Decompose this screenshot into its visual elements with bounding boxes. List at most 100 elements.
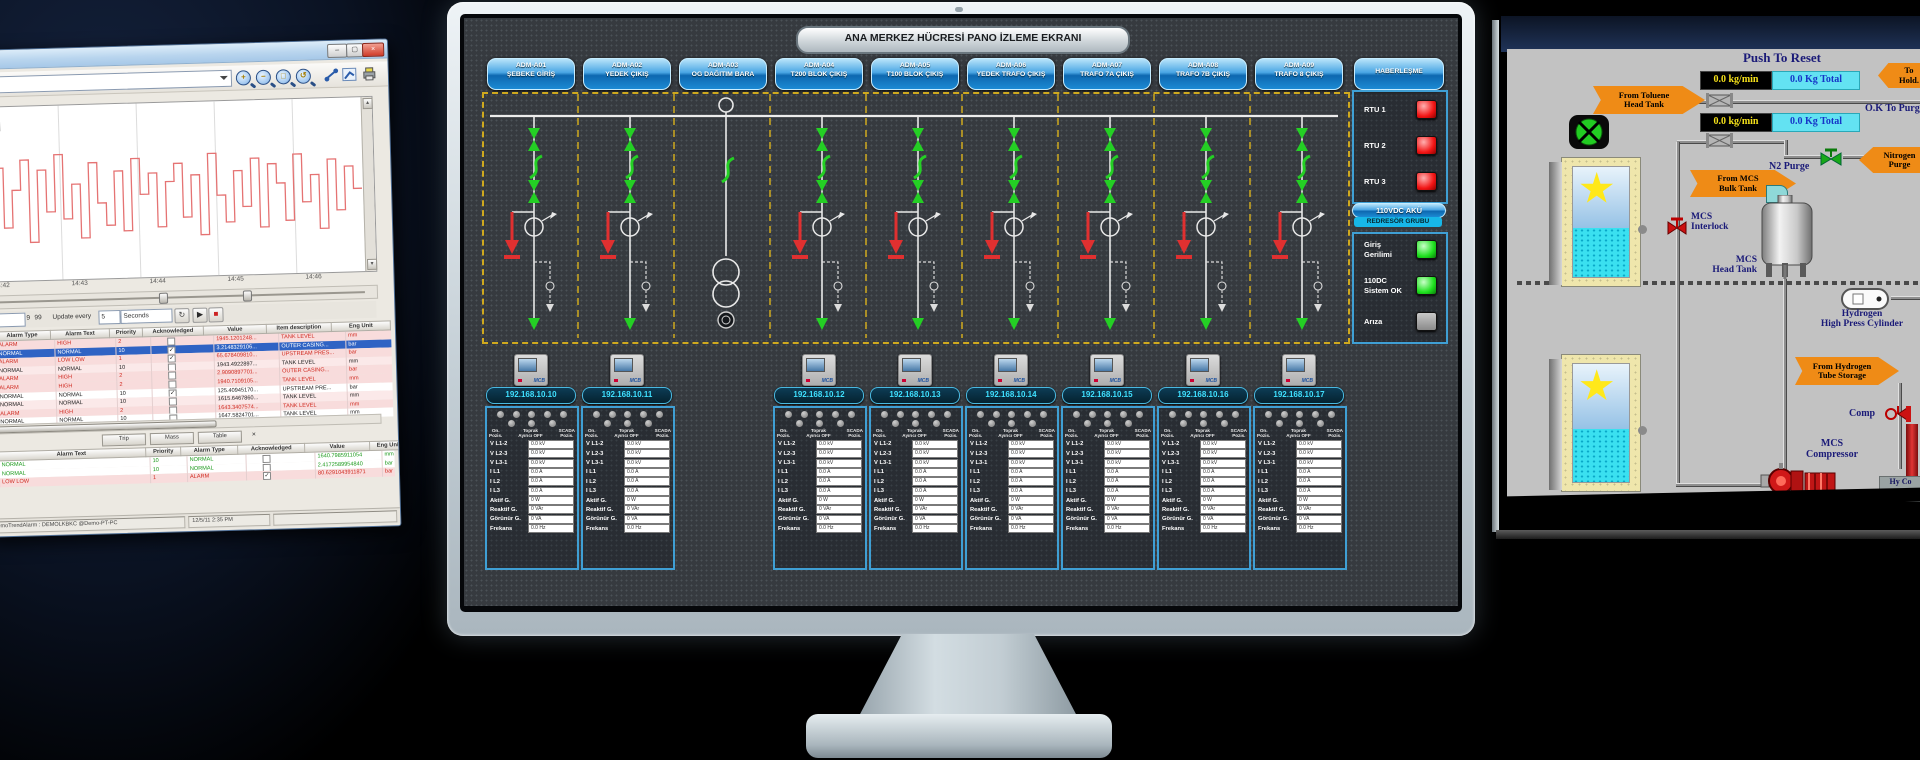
rtu-label: RTU 1 — [1364, 105, 1408, 114]
measurement-row: V L2-30.0 kV — [1255, 449, 1345, 458]
print-icon[interactable] — [362, 67, 378, 83]
measurement-value: 0.0 A — [1200, 468, 1246, 477]
measurement-row: Reaktif G.0 VAr — [1159, 505, 1249, 514]
measurement-panel-ADM-A09: On. Pozis.Toprak Ayırıcı OFFSCADA Pozis.… — [1253, 406, 1347, 570]
tab-trip[interactable]: Trip — [102, 433, 146, 446]
zoom-reset-icon[interactable]: ↺ — [296, 69, 312, 85]
ack-checkbox[interactable]: ✓ — [263, 472, 271, 480]
indicator-dots-row — [1159, 418, 1249, 427]
center-monitor: ANA MERKEZ HÜCRESİ PANO İZLEME EKRANI HA… — [447, 2, 1475, 636]
measurement-label: I L3 — [970, 488, 980, 494]
rtu-label: RTU 3 — [1364, 177, 1408, 186]
indicator-dot — [897, 411, 904, 418]
maximize-button[interactable]: ▢ — [346, 43, 363, 57]
indicator-dots-row — [1063, 408, 1153, 418]
measurement-row: V L3-10.0 kV — [871, 458, 961, 467]
indicator-dot — [1024, 411, 1031, 418]
indicator-dots-row — [1255, 408, 1345, 418]
measurement-label: Frekans — [1162, 526, 1184, 532]
interval-spinner[interactable]: 5 — [98, 310, 120, 325]
indicator-dot — [1125, 420, 1132, 427]
sld-column-ADM-A09 — [1272, 116, 1325, 330]
feeder-button-ADM-A02[interactable]: ADM-A02YEDEK ÇIKIŞ — [583, 58, 671, 90]
stop-button[interactable]: ■ — [208, 307, 223, 322]
feeder-button-ADM-A09[interactable]: ADM-A09TRAFO 8 ÇIKIŞ — [1255, 58, 1343, 90]
feeder-button-ADM-A07[interactable]: ADM-A07TRAFO 7A ÇIKIŞ — [1063, 58, 1151, 90]
measurement-row: V L3-10.0 kV — [967, 458, 1057, 467]
minimize-button[interactable]: – — [327, 44, 347, 59]
panel-caption: On. Pozis.Toprak Ayırıcı OFFSCADA Pozis. — [871, 427, 961, 440]
measurement-value: 0.0 A — [1104, 477, 1150, 486]
tab-table[interactable]: Table — [198, 431, 242, 444]
indicator-dot — [837, 420, 844, 427]
indicator-dot — [528, 420, 535, 427]
feeder-button-ADM-A05[interactable]: ADM-A05T100 BLOK ÇIKIŞ — [871, 58, 959, 90]
feeder-code: ADM-A08 — [1160, 62, 1246, 71]
n2-purge-valve[interactable] — [1819, 147, 1843, 172]
measurement-label: V L1-2 — [490, 441, 507, 447]
feeder-name: TRAFO 7B ÇIKIŞ — [1160, 71, 1246, 80]
push-to-reset-button[interactable]: Push To Reset — [1707, 51, 1857, 65]
indicator-dot — [1008, 420, 1015, 427]
feeder-button-ADM-A01[interactable]: ADM-A01ŞEBEKE GİRİŞ — [487, 58, 575, 90]
measurement-row: I L20.0 A — [775, 477, 865, 486]
indicator-dot — [977, 411, 984, 418]
comm-panel-title: HABERLEŞME — [1354, 58, 1444, 90]
measurement-label: V L1-2 — [586, 441, 603, 447]
feeder-button-ADM-A04[interactable]: ADM-A04T200 BLOK ÇIKIŞ — [775, 58, 863, 90]
caption-cell: SCADA Pozis. — [943, 428, 959, 439]
flow-element-1 — [1706, 93, 1733, 113]
measurement-value: 0 VA — [1008, 515, 1054, 524]
measurement-label: I L2 — [1258, 479, 1268, 485]
measurement-label: Aktif G. — [1066, 498, 1087, 504]
measurement-value: 0.0 A — [816, 468, 862, 477]
chart-icon[interactable] — [342, 67, 358, 83]
scale-combobox[interactable] — [0, 313, 26, 328]
mcs-interlock-valve[interactable] — [1666, 217, 1688, 242]
tab-close-icon[interactable]: × — [252, 431, 256, 438]
measurement-row: I L20.0 A — [487, 477, 577, 486]
zoom-in-icon[interactable]: + — [236, 70, 252, 86]
close-button[interactable]: × — [362, 42, 384, 57]
measurement-row: I L10.0 A — [1063, 468, 1153, 477]
measurement-label: I L1 — [1066, 469, 1076, 475]
scroll-up-icon[interactable]: ▲ — [362, 98, 372, 109]
slider-handle-left[interactable] — [159, 293, 168, 304]
cell-value: 80.6291043911871 — [316, 468, 383, 478]
measurement-row: V L3-10.0 kV — [1255, 458, 1345, 467]
measurement-label: I L3 — [874, 488, 884, 494]
status-timestamp: 12/5/11 2:35 PM — [188, 513, 270, 527]
monitor-stand-neck — [858, 634, 1078, 718]
measurement-label: Reaktif G. — [586, 507, 613, 513]
measurement-label: Aktif G. — [1162, 498, 1183, 504]
tab-mass[interactable]: Mass — [150, 432, 194, 445]
measurement-value: 0.0 kV — [1200, 449, 1246, 458]
measurement-row: I L10.0 A — [775, 468, 865, 477]
trend-cursor-icon[interactable] — [324, 68, 340, 84]
refresh-button[interactable]: ↻ — [174, 308, 189, 323]
interval-unit-combobox[interactable]: Seconds — [120, 309, 172, 324]
measurement-value: 0.0 kV — [1296, 459, 1342, 468]
measurement-row: Frekans0.0 Hz — [1063, 524, 1153, 533]
zoom-window-icon[interactable]: □ — [276, 69, 292, 85]
measurement-row: V L3-10.0 kV — [1063, 458, 1153, 467]
right-screen-top-band — [1501, 16, 1920, 52]
dc-label: Arıza — [1364, 317, 1408, 326]
measurement-label: I L1 — [970, 469, 980, 475]
pen-selector-combobox[interactable] — [0, 70, 232, 94]
measurement-value: 0.0 A — [816, 487, 862, 496]
slider-handle-right[interactable] — [243, 290, 252, 301]
feeder-button-ADM-A06[interactable]: ADM-A06YEDEK TRAFO ÇIKIŞ — [967, 58, 1055, 90]
feeder-button-ADM-A03[interactable]: ADM-A03OG DAĞITIM BARA — [679, 58, 767, 90]
indicator-dot — [848, 411, 855, 418]
indicator-dot — [624, 420, 631, 427]
measurement-label: V L2-3 — [778, 451, 795, 457]
feeder-button-ADM-A08[interactable]: ADM-A08TRAFO 7B ÇIKIŞ — [1159, 58, 1247, 90]
from-hydrogen-storage-arrow: From Hydrogen Tube Storage — [1795, 357, 1899, 385]
play-button[interactable]: ▶ — [192, 308, 207, 323]
zoom-out-icon[interactable]: − — [256, 70, 272, 86]
measurement-label: I L3 — [1066, 488, 1076, 494]
indicator-dot — [609, 411, 616, 418]
scroll-down-icon[interactable]: ▼ — [367, 259, 377, 270]
measurement-label: V L2-3 — [874, 451, 891, 457]
